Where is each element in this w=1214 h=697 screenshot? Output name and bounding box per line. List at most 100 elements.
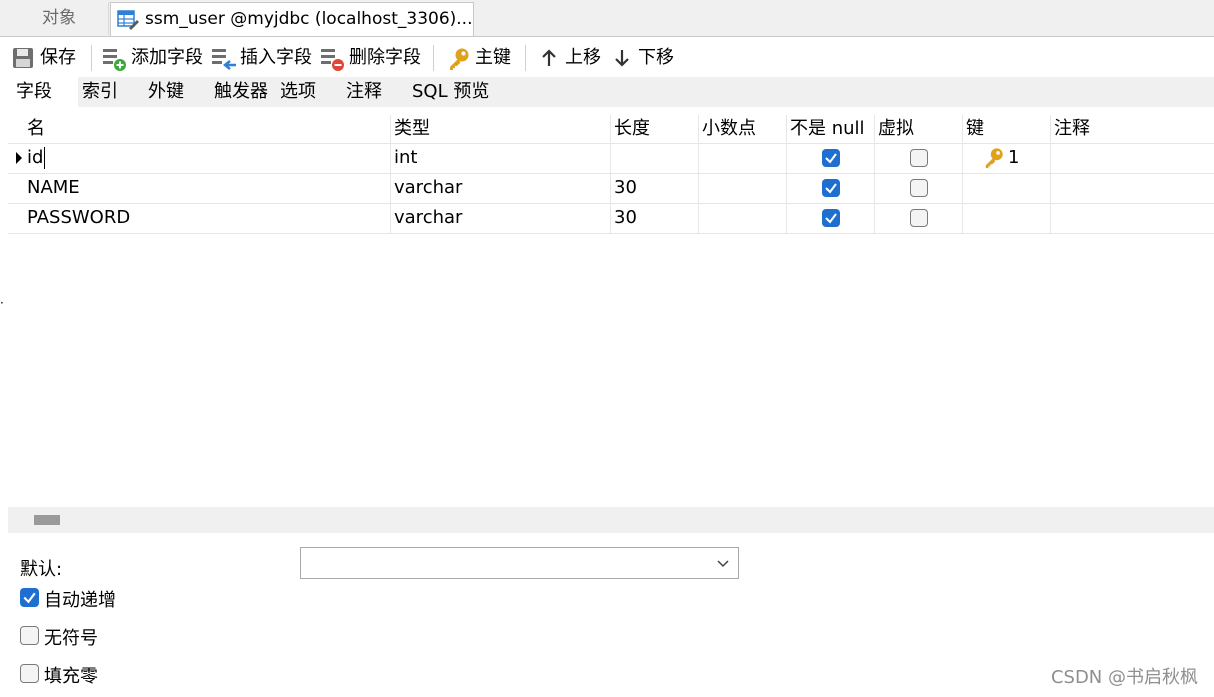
unsigned-label[interactable]: 无符号 [44, 624, 98, 650]
cell-decimals[interactable] [699, 143, 787, 173]
tab-table-label: ssm_user @myjdbc (localhost_3306)... [145, 9, 473, 29]
add-field-button[interactable]: 添加字段 [102, 43, 206, 73]
cell-virtual [875, 173, 963, 203]
cell-name[interactable]: NAME [24, 173, 391, 203]
floppy-disk-icon [13, 48, 33, 68]
check-icon [23, 592, 36, 604]
move-down-button[interactable]: 下移 [613, 43, 677, 73]
current-row-marker [16, 152, 22, 164]
cell-decimals[interactable] [699, 173, 787, 203]
cell-length[interactable]: 30 [611, 173, 699, 203]
design-subtabs: 字段 索引 外键 触发器 选项 注释 SQL 预览 [8, 77, 1214, 107]
cell-virtual [875, 203, 963, 233]
cell-length[interactable]: 30 [611, 203, 699, 233]
insert-field-label: 插入字段 [240, 47, 312, 68]
cell-not-null [787, 143, 875, 173]
delete-field-label: 删除字段 [349, 47, 421, 68]
cell-length[interactable] [611, 143, 699, 173]
cell-comment[interactable] [1051, 173, 1214, 203]
column-header-virtual[interactable]: 虚拟 [875, 115, 963, 143]
default-label: 默认: [20, 559, 63, 580]
tab-triggers[interactable]: 触发器 [206, 77, 274, 107]
cell-type[interactable]: int [391, 143, 611, 173]
tab-objects[interactable]: 对象 [10, 2, 109, 35]
cell-virtual [875, 143, 963, 173]
tab-sql-preview[interactable]: SQL 预览 [404, 77, 500, 107]
insert-field-button[interactable]: 插入字段 [211, 43, 315, 73]
cell-type[interactable]: varchar [391, 173, 611, 203]
insert-field-icon [212, 49, 236, 70]
move-up-label: 上移 [565, 47, 601, 68]
column-header-decimals[interactable]: 小数点 [699, 115, 787, 143]
zerofill-label[interactable]: 填充零 [44, 662, 98, 688]
unsigned-checkbox[interactable] [20, 626, 39, 645]
move-down-label: 下移 [638, 47, 674, 68]
cell-decimals[interactable] [699, 203, 787, 233]
table-design-icon [117, 10, 139, 30]
edge-fragment: · [0, 296, 4, 310]
check-icon [825, 183, 837, 194]
default-value-select[interactable] [300, 547, 739, 579]
key-icon [985, 148, 1003, 169]
key-icon [450, 48, 469, 70]
add-field-label: 添加字段 [131, 47, 203, 68]
column-header-length[interactable]: 长度 [611, 115, 699, 143]
row-divider [8, 233, 1214, 234]
virtual-checkbox[interactable] [910, 179, 928, 197]
primary-key-button[interactable]: 主键 [447, 43, 517, 73]
save-label: 保存 [40, 47, 76, 68]
document-tab-strip: 对象 ssm_user @myjdbc (localhost_3306)... [0, 0, 1214, 37]
tab-fields[interactable]: 字段 [8, 77, 78, 107]
primary-key-label: 主键 [475, 47, 511, 68]
add-field-icon [103, 49, 126, 71]
delete-field-icon [321, 49, 344, 71]
column-header-not-null[interactable]: 不是 null [787, 115, 875, 143]
move-up-button[interactable]: 上移 [540, 43, 604, 73]
save-button[interactable]: 保存 [12, 43, 82, 73]
column-header-type[interactable]: 类型 [391, 115, 611, 143]
check-icon [825, 153, 837, 164]
not-null-checkbox[interactable] [822, 149, 840, 167]
text-caret [44, 147, 45, 169]
toolbar-separator [433, 45, 434, 71]
cell-name-text: id [27, 147, 44, 168]
auto-increment-checkbox[interactable] [20, 588, 39, 607]
scrollbar-thumb[interactable] [34, 515, 60, 525]
arrow-up-icon [542, 49, 556, 66]
column-header-key[interactable]: 键 [963, 115, 1051, 143]
cell-key[interactable]: 1 [963, 143, 1051, 173]
cell-key[interactable] [963, 173, 1051, 203]
zerofill-checkbox[interactable] [20, 664, 39, 683]
tab-table-design[interactable]: ssm_user @myjdbc (localhost_3306)... [110, 2, 474, 36]
tab-options[interactable]: 选项 [272, 77, 338, 107]
not-null-checkbox[interactable] [822, 209, 840, 227]
field-properties-panel: 默认: 自动递增 无符号 填充零 CSDN @书启秋枫 [0, 533, 1214, 697]
column-header-comment[interactable]: 注释 [1051, 115, 1214, 143]
virtual-checkbox[interactable] [910, 149, 928, 167]
tab-foreign-keys[interactable]: 外键 [140, 77, 206, 107]
virtual-checkbox[interactable] [910, 209, 928, 227]
delete-field-button[interactable]: 删除字段 [320, 43, 424, 73]
key-order: 1 [1008, 147, 1020, 168]
toolbar-separator [91, 45, 92, 71]
column-header-name[interactable]: 名 [24, 115, 391, 143]
watermark-text: CSDN @书启秋枫 [1050, 667, 1198, 688]
cell-name[interactable]: PASSWORD [24, 203, 391, 233]
toolbar-separator [525, 45, 526, 71]
cell-not-null [787, 203, 875, 233]
cell-type[interactable]: varchar [391, 203, 611, 233]
auto-increment-label[interactable]: 自动递增 [44, 586, 116, 612]
cell-comment[interactable] [1051, 203, 1214, 233]
cell-comment[interactable] [1051, 143, 1214, 173]
not-null-checkbox[interactable] [822, 179, 840, 197]
check-icon [825, 213, 837, 224]
tab-comment[interactable]: 注释 [338, 77, 404, 107]
tab-indexes[interactable]: 索引 [74, 77, 140, 107]
toolbar: 保存 添加字段 插入字段 删除字段 主键 上移 下移 [0, 37, 1214, 77]
cell-key[interactable] [963, 203, 1051, 233]
fields-grid: 名 类型 长度 小数点 不是 null 虚拟 键 注释 id int 1 NAM… [8, 107, 1214, 507]
cell-not-null [787, 173, 875, 203]
cell-name[interactable]: id [24, 143, 391, 173]
grid-horizontal-scrollbar[interactable] [8, 507, 1214, 533]
chevron-down-icon [717, 560, 729, 568]
